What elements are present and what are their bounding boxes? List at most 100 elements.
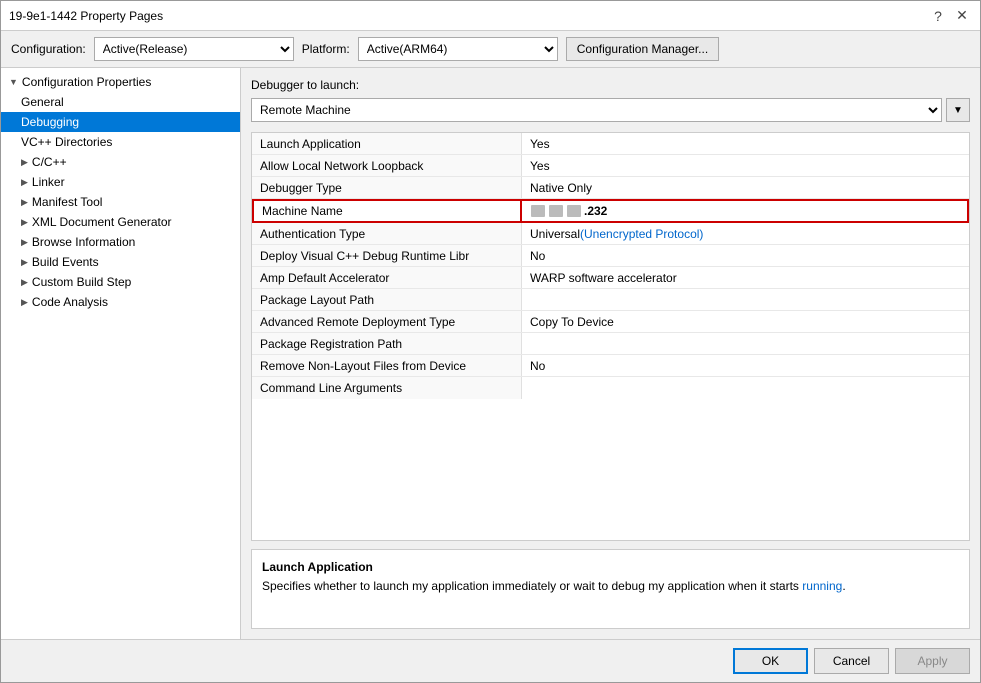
debugger-select-wrap: Remote Machine ▼ — [251, 98, 970, 122]
table-row[interactable]: Authentication Type Universal (Unencrypt… — [252, 223, 969, 245]
table-row[interactable]: Launch Application Yes — [252, 133, 969, 155]
description-link[interactable]: running — [802, 579, 842, 593]
table-row[interactable]: Allow Local Network Loopback Yes — [252, 155, 969, 177]
configuration-select[interactable]: Active(Release) — [94, 37, 294, 61]
dropdown-arrow-icon[interactable]: ▼ — [946, 98, 970, 122]
table-row-machine-name[interactable]: Machine Name .232 — [252, 199, 969, 223]
properties-table: Launch Application Yes Allow Local Netwo… — [251, 132, 970, 541]
sidebar-item-debugging[interactable]: Debugging — [1, 112, 240, 132]
sidebar-item-label: Linker — [32, 175, 65, 189]
property-value — [522, 289, 969, 310]
help-button[interactable]: ? — [928, 6, 948, 26]
table-row[interactable]: Command Line Arguments — [252, 377, 969, 399]
sidebar-item-config-properties[interactable]: ▼ Configuration Properties — [1, 72, 240, 92]
sidebar-item-build-events[interactable]: ▶ Build Events — [1, 252, 240, 272]
property-value — [522, 333, 969, 354]
sidebar-item-manifest-tool[interactable]: ▶ Manifest Tool — [1, 192, 240, 212]
property-name: Command Line Arguments — [252, 377, 522, 399]
sidebar-item-vc-directories[interactable]: VC++ Directories — [1, 132, 240, 152]
title-bar-controls: ? ✕ — [928, 6, 972, 26]
sidebar-item-label: General — [21, 95, 64, 109]
expand-icon: ▶ — [21, 297, 28, 308]
toolbar: Configuration: Active(Release) Platform:… — [1, 31, 980, 68]
expand-icon: ▶ — [21, 157, 28, 168]
sidebar-item-xml-doc[interactable]: ▶ XML Document Generator — [1, 212, 240, 232]
config-manager-button[interactable]: Configuration Manager... — [566, 37, 719, 61]
property-name: Amp Default Accelerator — [252, 267, 522, 288]
description-text: Specifies whether to launch my applicati… — [262, 578, 959, 595]
config-label: Configuration: — [11, 42, 86, 56]
expand-icon: ▶ — [21, 277, 28, 288]
blur-segment — [531, 205, 545, 217]
window-title: 19-9e1-1442 Property Pages — [9, 9, 163, 23]
platform-label: Platform: — [302, 42, 350, 56]
property-value: WARP software accelerator — [522, 267, 969, 288]
property-name: Authentication Type — [252, 223, 522, 244]
property-name: Deploy Visual C++ Debug Runtime Libr — [252, 245, 522, 266]
unencrypted-link[interactable]: (Unencrypted Protocol) — [580, 227, 703, 241]
expand-icon: ▶ — [21, 237, 28, 248]
blur-segment — [567, 205, 581, 217]
main-content: ▼ Configuration Properties General Debug… — [1, 68, 980, 639]
property-pages-window: 19-9e1-1442 Property Pages ? ✕ Configura… — [0, 0, 981, 683]
property-name: Launch Application — [252, 133, 522, 154]
sidebar-item-label: Build Events — [32, 255, 99, 269]
property-value: No — [522, 355, 969, 376]
sidebar-item-label: Browse Information — [32, 235, 135, 249]
sidebar-item-general[interactable]: General — [1, 92, 240, 112]
platform-select[interactable]: Active(ARM64) — [358, 37, 558, 61]
title-bar: 19-9e1-1442 Property Pages ? ✕ — [1, 1, 980, 31]
property-value — [522, 377, 969, 399]
debugger-select[interactable]: Remote Machine — [251, 98, 942, 122]
property-value: Native Only — [522, 177, 969, 198]
expand-icon: ▶ — [21, 257, 28, 268]
sidebar: ▼ Configuration Properties General Debug… — [1, 68, 241, 639]
table-row[interactable]: Debugger Type Native Only — [252, 177, 969, 199]
property-name: Allow Local Network Loopback — [252, 155, 522, 176]
property-name: Debugger Type — [252, 177, 522, 198]
table-row[interactable]: Amp Default Accelerator WARP software ac… — [252, 267, 969, 289]
property-value: Yes — [522, 133, 969, 154]
expand-icon: ▶ — [21, 217, 28, 228]
property-name: Machine Name — [252, 199, 522, 223]
sidebar-item-label: Configuration Properties — [22, 75, 151, 89]
sidebar-item-browse-info[interactable]: ▶ Browse Information — [1, 232, 240, 252]
property-value: Yes — [522, 155, 969, 176]
sidebar-item-label: VC++ Directories — [21, 135, 112, 149]
table-row[interactable]: Deploy Visual C++ Debug Runtime Libr No — [252, 245, 969, 267]
table-row[interactable]: Remove Non-Layout Files from Device No — [252, 355, 969, 377]
sidebar-item-label: C/C++ — [32, 155, 67, 169]
sidebar-item-label: Manifest Tool — [32, 195, 102, 209]
debugger-label: Debugger to launch: — [251, 78, 970, 92]
close-button[interactable]: ✕ — [952, 6, 972, 26]
property-name: Advanced Remote Deployment Type — [252, 311, 522, 332]
ip-suffix: .232 — [584, 204, 607, 218]
sidebar-item-label: Custom Build Step — [32, 275, 131, 289]
sidebar-item-cpp[interactable]: ▶ C/C++ — [1, 152, 240, 172]
expand-icon: ▼ — [9, 77, 18, 87]
blur-segment — [549, 205, 563, 217]
description-box: Launch Application Specifies whether to … — [251, 549, 970, 629]
machine-name-value: .232 — [530, 204, 607, 218]
sidebar-item-code-analysis[interactable]: ▶ Code Analysis — [1, 292, 240, 312]
table-row[interactable]: Package Registration Path — [252, 333, 969, 355]
ok-button[interactable]: OK — [733, 648, 808, 674]
description-title: Launch Application — [262, 560, 959, 574]
sidebar-item-label: Code Analysis — [32, 295, 108, 309]
table-row[interactable]: Package Layout Path — [252, 289, 969, 311]
footer: OK Cancel Apply — [1, 639, 980, 682]
property-value: Universal (Unencrypted Protocol) — [522, 223, 969, 244]
property-name: Remove Non-Layout Files from Device — [252, 355, 522, 376]
sidebar-item-label: Debugging — [21, 115, 79, 129]
property-value: No — [522, 245, 969, 266]
table-row[interactable]: Advanced Remote Deployment Type Copy To … — [252, 311, 969, 333]
sidebar-item-custom-build[interactable]: ▶ Custom Build Step — [1, 272, 240, 292]
sidebar-item-label: XML Document Generator — [32, 215, 172, 229]
property-value: .232 — [522, 199, 969, 223]
expand-icon: ▶ — [21, 177, 28, 188]
property-name: Package Registration Path — [252, 333, 522, 354]
property-value: Copy To Device — [522, 311, 969, 332]
apply-button[interactable]: Apply — [895, 648, 970, 674]
sidebar-item-linker[interactable]: ▶ Linker — [1, 172, 240, 192]
cancel-button[interactable]: Cancel — [814, 648, 889, 674]
